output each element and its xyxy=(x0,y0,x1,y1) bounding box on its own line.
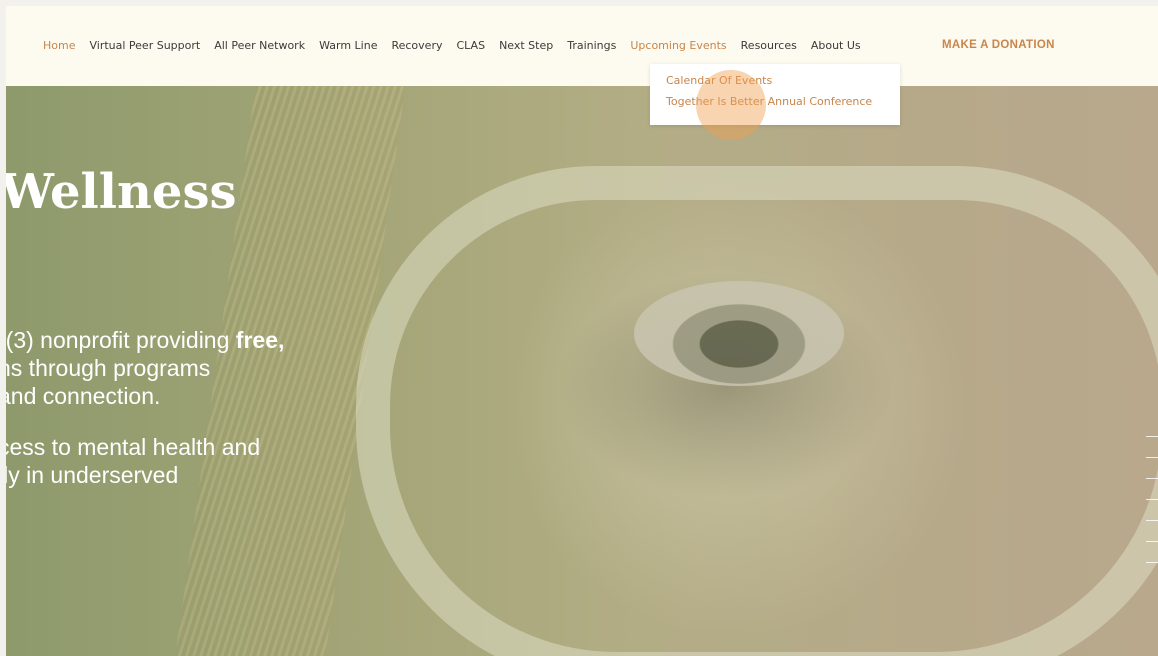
nav-item-next-step[interactable]: Next Step xyxy=(499,39,553,52)
hero-p1-line2: ns through programs xyxy=(6,355,211,381)
make-donation-button[interactable]: MAKE A DONATION xyxy=(942,39,1055,51)
hero-p2-line1: cess to mental health and xyxy=(6,434,261,460)
slider-dot[interactable] xyxy=(1146,457,1158,458)
hero-p1-line1-prefix: )(3) nonprofit providing xyxy=(6,327,236,353)
nav-item-clas[interactable]: CLAS xyxy=(456,39,485,52)
slider-dot[interactable] xyxy=(1146,499,1158,500)
hero-background-eye xyxy=(634,281,844,386)
page: Home Virtual Peer Support All Peer Netwo… xyxy=(6,6,1158,656)
nav-item-warm-line[interactable]: Warm Line xyxy=(319,39,377,52)
slider-dot[interactable] xyxy=(1146,562,1158,563)
hero-paragraph-1: )(3) nonprofit providing free, ns throug… xyxy=(6,326,284,410)
main-nav: Home Virtual Peer Support All Peer Netwo… xyxy=(43,39,861,52)
hero-p1-line1-bold: free, xyxy=(235,327,285,353)
slider-pagination xyxy=(1146,436,1158,583)
slider-dot[interactable] xyxy=(1146,541,1158,542)
slider-dot[interactable] xyxy=(1146,478,1158,479)
hero-background-glasses xyxy=(356,166,1158,656)
hero-p2-line2: lly in underserved xyxy=(6,462,179,488)
hero-section: Wellness )(3) nonprofit providing free, … xyxy=(6,86,1158,656)
hero-title: Wellness xyxy=(6,164,237,220)
slider-dot[interactable] xyxy=(1146,436,1158,437)
nav-item-resources[interactable]: Resources xyxy=(741,39,797,52)
nav-item-about-us[interactable]: About Us xyxy=(811,39,861,52)
top-navbar: Home Virtual Peer Support All Peer Netwo… xyxy=(6,6,1158,86)
nav-item-home[interactable]: Home xyxy=(43,39,75,52)
slider-dot[interactable] xyxy=(1146,520,1158,521)
hero-p1-line3: and connection. xyxy=(6,383,161,409)
dropdown-item-calendar-of-events[interactable]: Calendar Of Events xyxy=(666,74,772,87)
nav-item-trainings[interactable]: Trainings xyxy=(567,39,616,52)
nav-item-upcoming-events[interactable]: Upcoming Events xyxy=(630,39,726,52)
nav-item-virtual-peer-support[interactable]: Virtual Peer Support xyxy=(89,39,200,52)
nav-item-all-peer-network[interactable]: All Peer Network xyxy=(214,39,305,52)
nav-item-recovery[interactable]: Recovery xyxy=(391,39,442,52)
hero-paragraph-2: cess to mental health and lly in underse… xyxy=(6,433,260,489)
dropdown-item-annual-conference[interactable]: Together Is Better Annual Conference xyxy=(666,95,872,108)
upcoming-events-dropdown: Calendar Of Events Together Is Better An… xyxy=(650,64,900,125)
